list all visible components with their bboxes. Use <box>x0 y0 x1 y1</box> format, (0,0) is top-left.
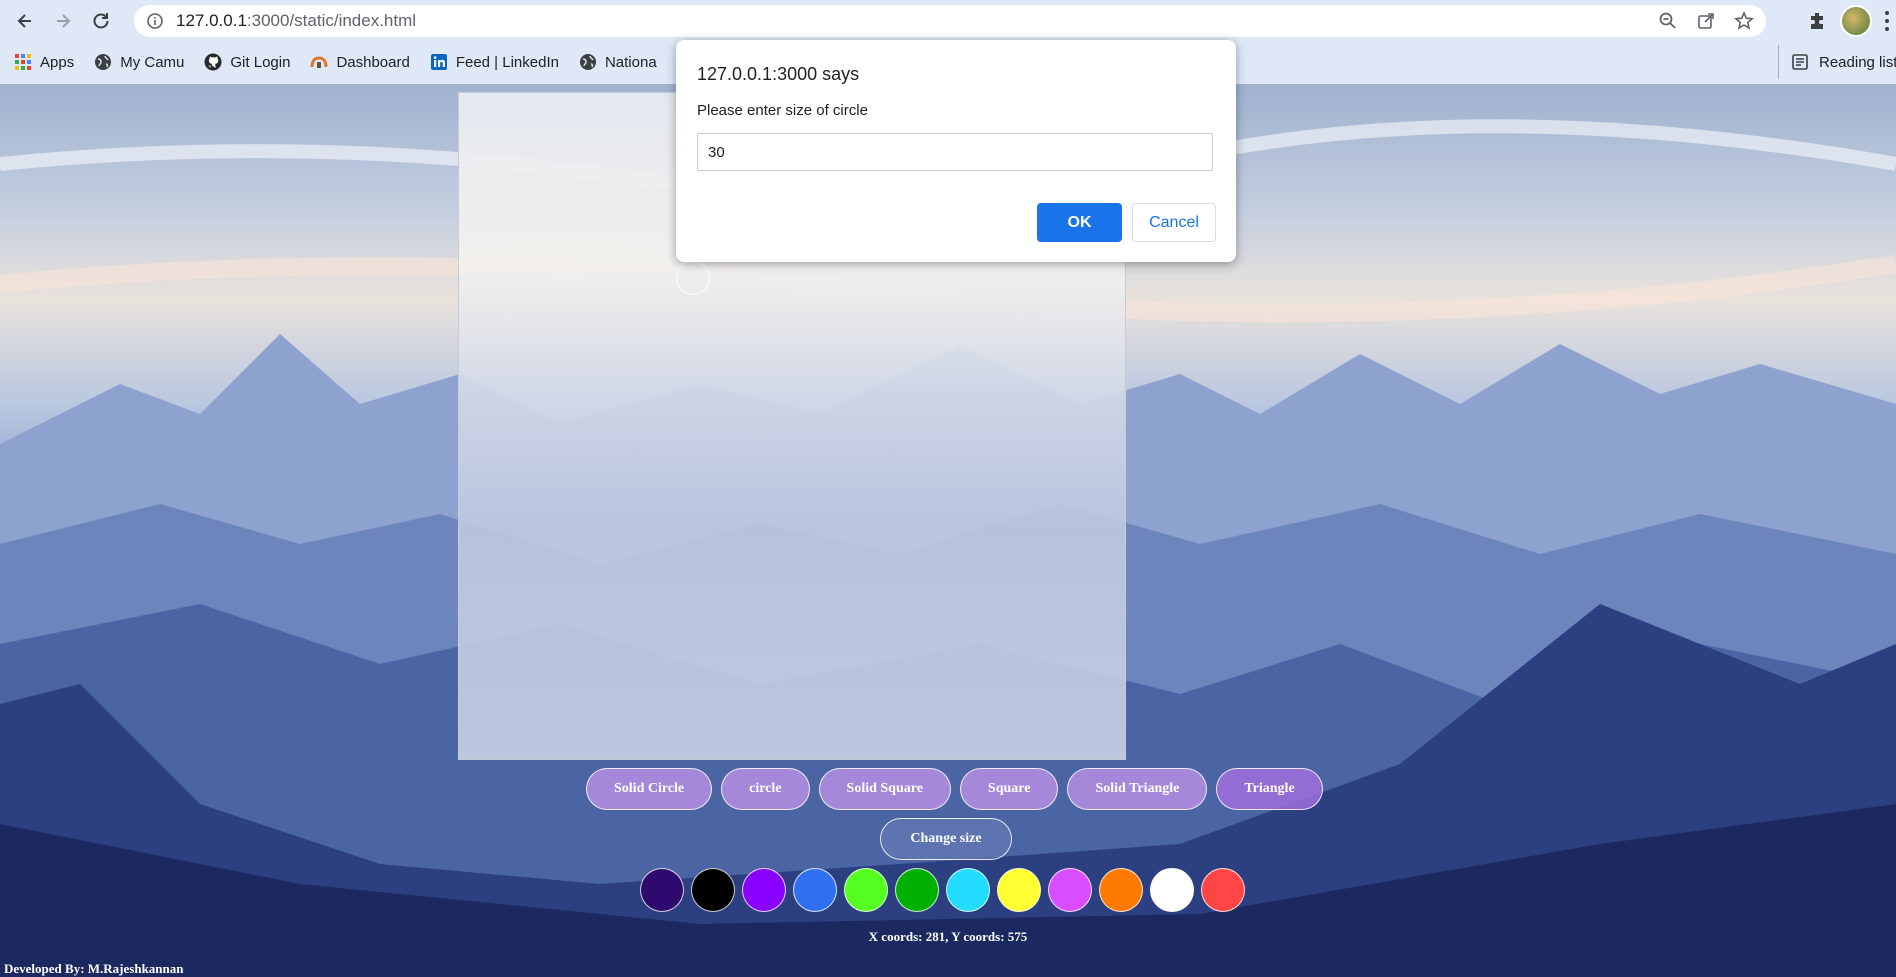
shape-toolbar: Solid Circle circle Solid Square Square … <box>586 768 1323 812</box>
color-swatch[interactable] <box>1201 868 1245 912</box>
bookmark-my-camu[interactable]: My Camu <box>94 53 184 71</box>
ok-button[interactable]: OK <box>1037 203 1122 242</box>
color-swatch[interactable] <box>997 868 1041 912</box>
extensions-icon[interactable] <box>1808 11 1828 31</box>
site-info-icon[interactable] <box>146 12 164 30</box>
triangle-button[interactable]: Triangle <box>1216 768 1323 810</box>
square-button[interactable]: Square <box>959 768 1059 810</box>
color-swatch[interactable] <box>844 868 888 912</box>
color-swatch[interactable] <box>1099 868 1143 912</box>
browser-menu-icon[interactable] <box>1884 11 1890 31</box>
extensions-area <box>1808 4 1896 38</box>
bookmark-dashboard[interactable]: Dashboard <box>310 53 410 71</box>
url-text: 127.0.0.1:3000/static/index.html <box>176 11 417 30</box>
prompt-dialog: 127.0.0.1:3000 says Please enter size of… <box>676 40 1236 262</box>
color-swatch[interactable] <box>691 868 735 912</box>
bookmark-star-icon[interactable] <box>1734 11 1754 31</box>
color-swatch[interactable] <box>895 868 939 912</box>
dialog-title: 127.0.0.1:3000 says <box>697 64 860 84</box>
back-icon[interactable] <box>6 2 44 40</box>
reading-list-icon <box>1792 54 1808 70</box>
apps-grid-icon <box>14 53 32 71</box>
github-icon <box>204 53 222 71</box>
browser-toolbar: 127.0.0.1:3000/static/index.html <box>0 0 1896 42</box>
solid-triangle-button[interactable]: Solid Triangle <box>1067 768 1208 810</box>
bookmark-national[interactable]: Nationa <box>579 53 657 71</box>
globe-icon <box>94 53 112 71</box>
reload-icon[interactable] <box>82 2 120 40</box>
solid-circle-button[interactable]: Solid Circle <box>586 768 713 810</box>
bookmark-linkedin[interactable]: Feed | LinkedIn <box>430 53 559 71</box>
color-palette <box>640 868 1245 912</box>
reading-list-button[interactable]: Reading list <box>1778 45 1896 79</box>
forward-icon[interactable] <box>44 2 82 40</box>
color-swatch[interactable] <box>640 868 684 912</box>
size-input[interactable] <box>697 133 1213 171</box>
circle-button[interactable]: circle <box>721 768 810 810</box>
solid-square-button[interactable]: Solid Square <box>818 768 951 810</box>
profile-avatar[interactable] <box>1840 5 1872 37</box>
dashboard-icon <box>310 53 328 71</box>
bookmark-apps[interactable]: Apps <box>14 53 74 71</box>
color-swatch[interactable] <box>1150 868 1194 912</box>
color-swatch[interactable] <box>742 868 786 912</box>
linkedin-icon <box>430 53 448 71</box>
zoom-icon[interactable] <box>1658 11 1678 31</box>
change-size-button[interactable]: Change size <box>880 818 1012 860</box>
globe-icon <box>579 53 597 71</box>
color-swatch[interactable] <box>1048 868 1092 912</box>
circle-cursor-preview <box>676 261 710 295</box>
share-icon[interactable] <box>1696 11 1716 31</box>
developer-credit: Developed By: M.Rajeshkannan <box>4 961 184 976</box>
color-swatch[interactable] <box>793 868 837 912</box>
omnibox-actions <box>1658 5 1754 37</box>
bookmark-git-login[interactable]: Git Login <box>204 53 290 71</box>
cancel-button[interactable]: Cancel <box>1132 203 1216 242</box>
coords-readout: X coords: 281, Y coords: 575 <box>868 929 1028 944</box>
dialog-message: Please enter size of circle <box>697 102 868 119</box>
color-swatch[interactable] <box>946 868 990 912</box>
address-bar[interactable]: 127.0.0.1:3000/static/index.html <box>134 5 1766 37</box>
